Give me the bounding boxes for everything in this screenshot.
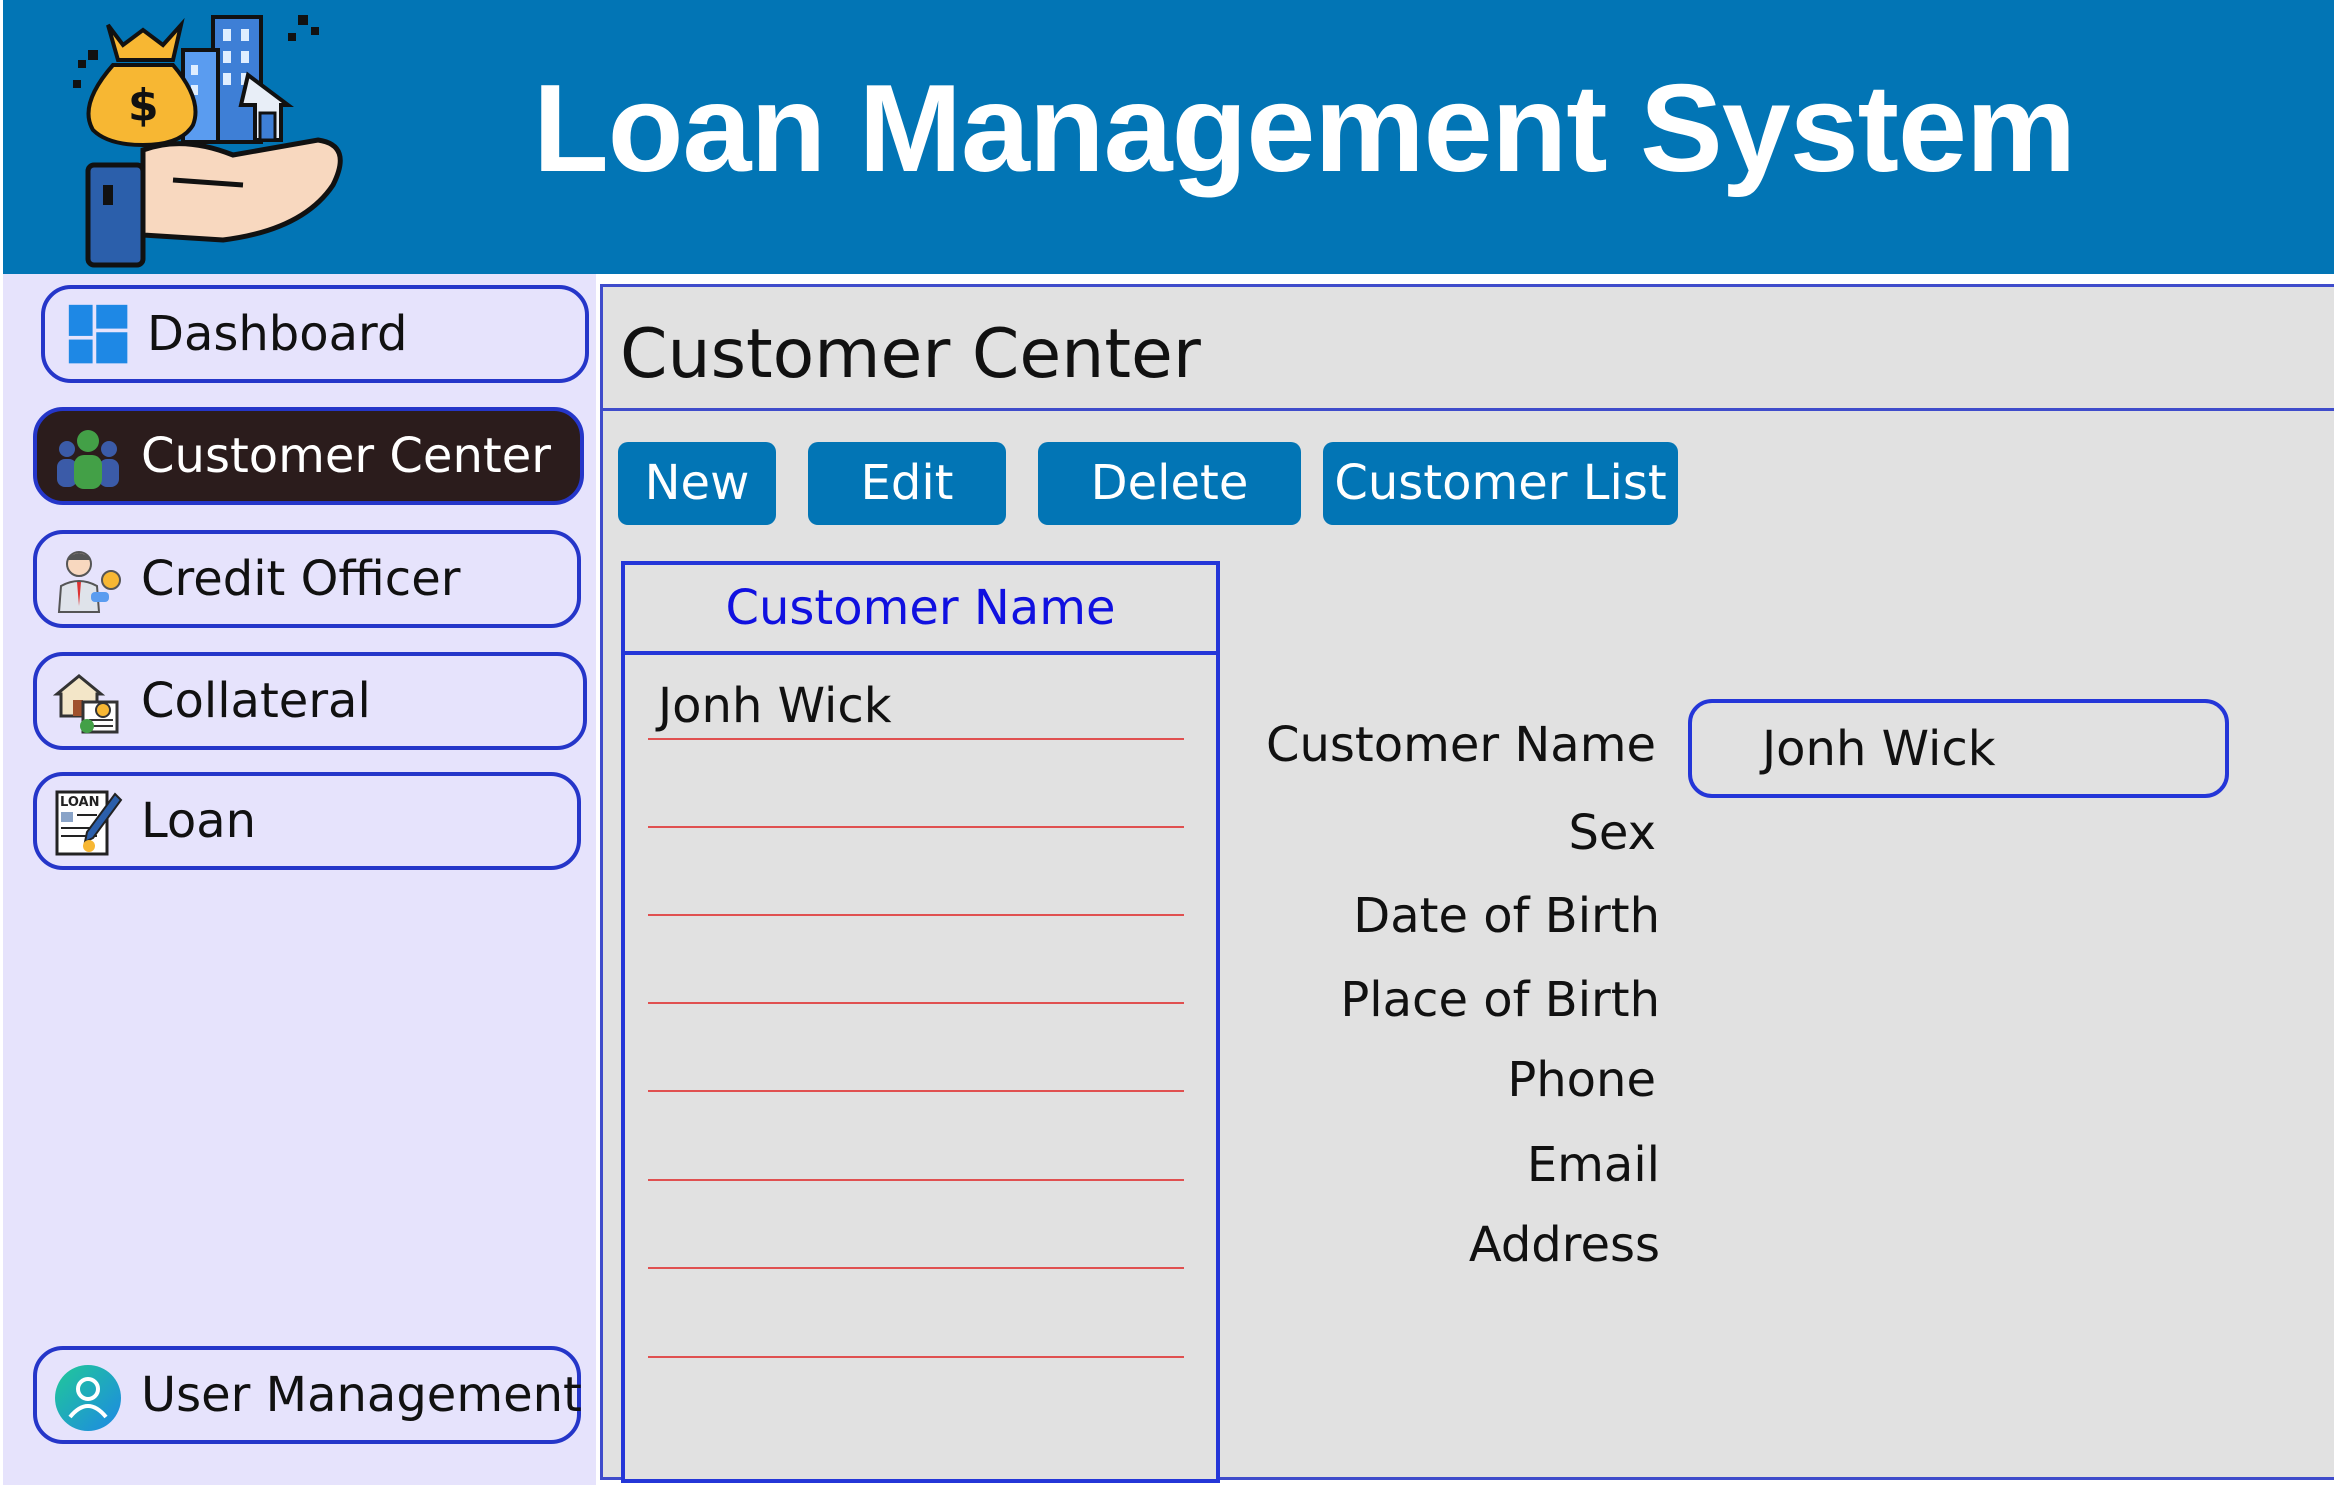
sidebar-item-credit-officer[interactable]: Credit Officer <box>33 530 581 628</box>
sidebar-item-loan[interactable]: LOAN Loan <box>33 772 581 870</box>
loan-document-icon: LOAN <box>55 790 123 856</box>
svg-text:$: $ <box>128 80 159 131</box>
list-item[interactable] <box>648 756 1184 828</box>
customer-list: Customer Name Jonh Wick <box>621 561 1220 1483</box>
customer-name-label: Customer Name <box>1265 717 1656 773</box>
phone-label: Phone <box>1507 1052 1656 1108</box>
collateral-icon <box>53 674 119 734</box>
sidebar: Dashboard Customer Center Credit Officer <box>3 274 596 1485</box>
money-bag-hand-house-icon: $ <box>73 15 343 268</box>
list-item[interactable] <box>648 1197 1184 1269</box>
credit-officer-icon <box>57 551 121 613</box>
main-panel: Customer Center New Edit Delete Customer… <box>600 284 2334 1483</box>
email-label: Email <box>1526 1137 1660 1193</box>
edit-button[interactable]: Edit <box>808 442 1006 525</box>
list-header: Customer Name <box>625 565 1216 655</box>
list-item[interactable]: Jonh Wick <box>648 668 1184 740</box>
customer-group-icon <box>57 430 119 489</box>
sidebar-item-label: Loan <box>141 793 257 849</box>
sidebar-item-dashboard[interactable]: Dashboard <box>41 285 589 383</box>
list-item[interactable] <box>648 1286 1184 1358</box>
sidebar-item-customer-center[interactable]: Customer Center <box>33 407 584 505</box>
sidebar-item-label: Collateral <box>141 673 371 729</box>
sidebar-item-label: Credit Officer <box>141 551 461 607</box>
app-header: $ Loan Management System <box>3 0 2334 274</box>
list-item[interactable] <box>648 1020 1184 1092</box>
user-icon <box>55 1365 121 1431</box>
sidebar-item-label: Dashboard <box>147 306 408 362</box>
place-of-birth-label: Place of Birth <box>1340 972 1660 1028</box>
sex-label: Sex <box>1568 805 1656 861</box>
list-item-text: Jonh Wick <box>658 678 892 734</box>
sidebar-item-collateral[interactable]: Collateral <box>33 652 587 750</box>
sidebar-item-label: User Management <box>141 1367 582 1423</box>
page-title: Customer Center <box>620 315 1201 394</box>
delete-button[interactable]: Delete <box>1038 442 1301 525</box>
address-label: Address <box>1468 1217 1660 1273</box>
date-of-birth-label: Date of Birth <box>1353 888 1660 944</box>
sidebar-item-label: Customer Center <box>141 428 551 484</box>
sidebar-item-user-management[interactable]: User Management <box>33 1346 582 1444</box>
customer-name-value: Jonh Wick <box>1762 720 1996 777</box>
list-item[interactable] <box>648 844 1184 916</box>
new-button[interactable]: New <box>618 442 776 525</box>
dashboard-icon <box>68 304 128 364</box>
list-item[interactable] <box>648 932 1184 1004</box>
svg-text:LOAN: LOAN <box>60 795 99 810</box>
list-item[interactable] <box>648 1109 1184 1181</box>
app-title: Loan Management System <box>533 60 2076 198</box>
customer-list-button[interactable]: Customer List <box>1323 442 1678 525</box>
customer-name-field[interactable]: Jonh Wick <box>1688 699 2229 798</box>
page-title-bar: Customer Center <box>603 287 2334 411</box>
